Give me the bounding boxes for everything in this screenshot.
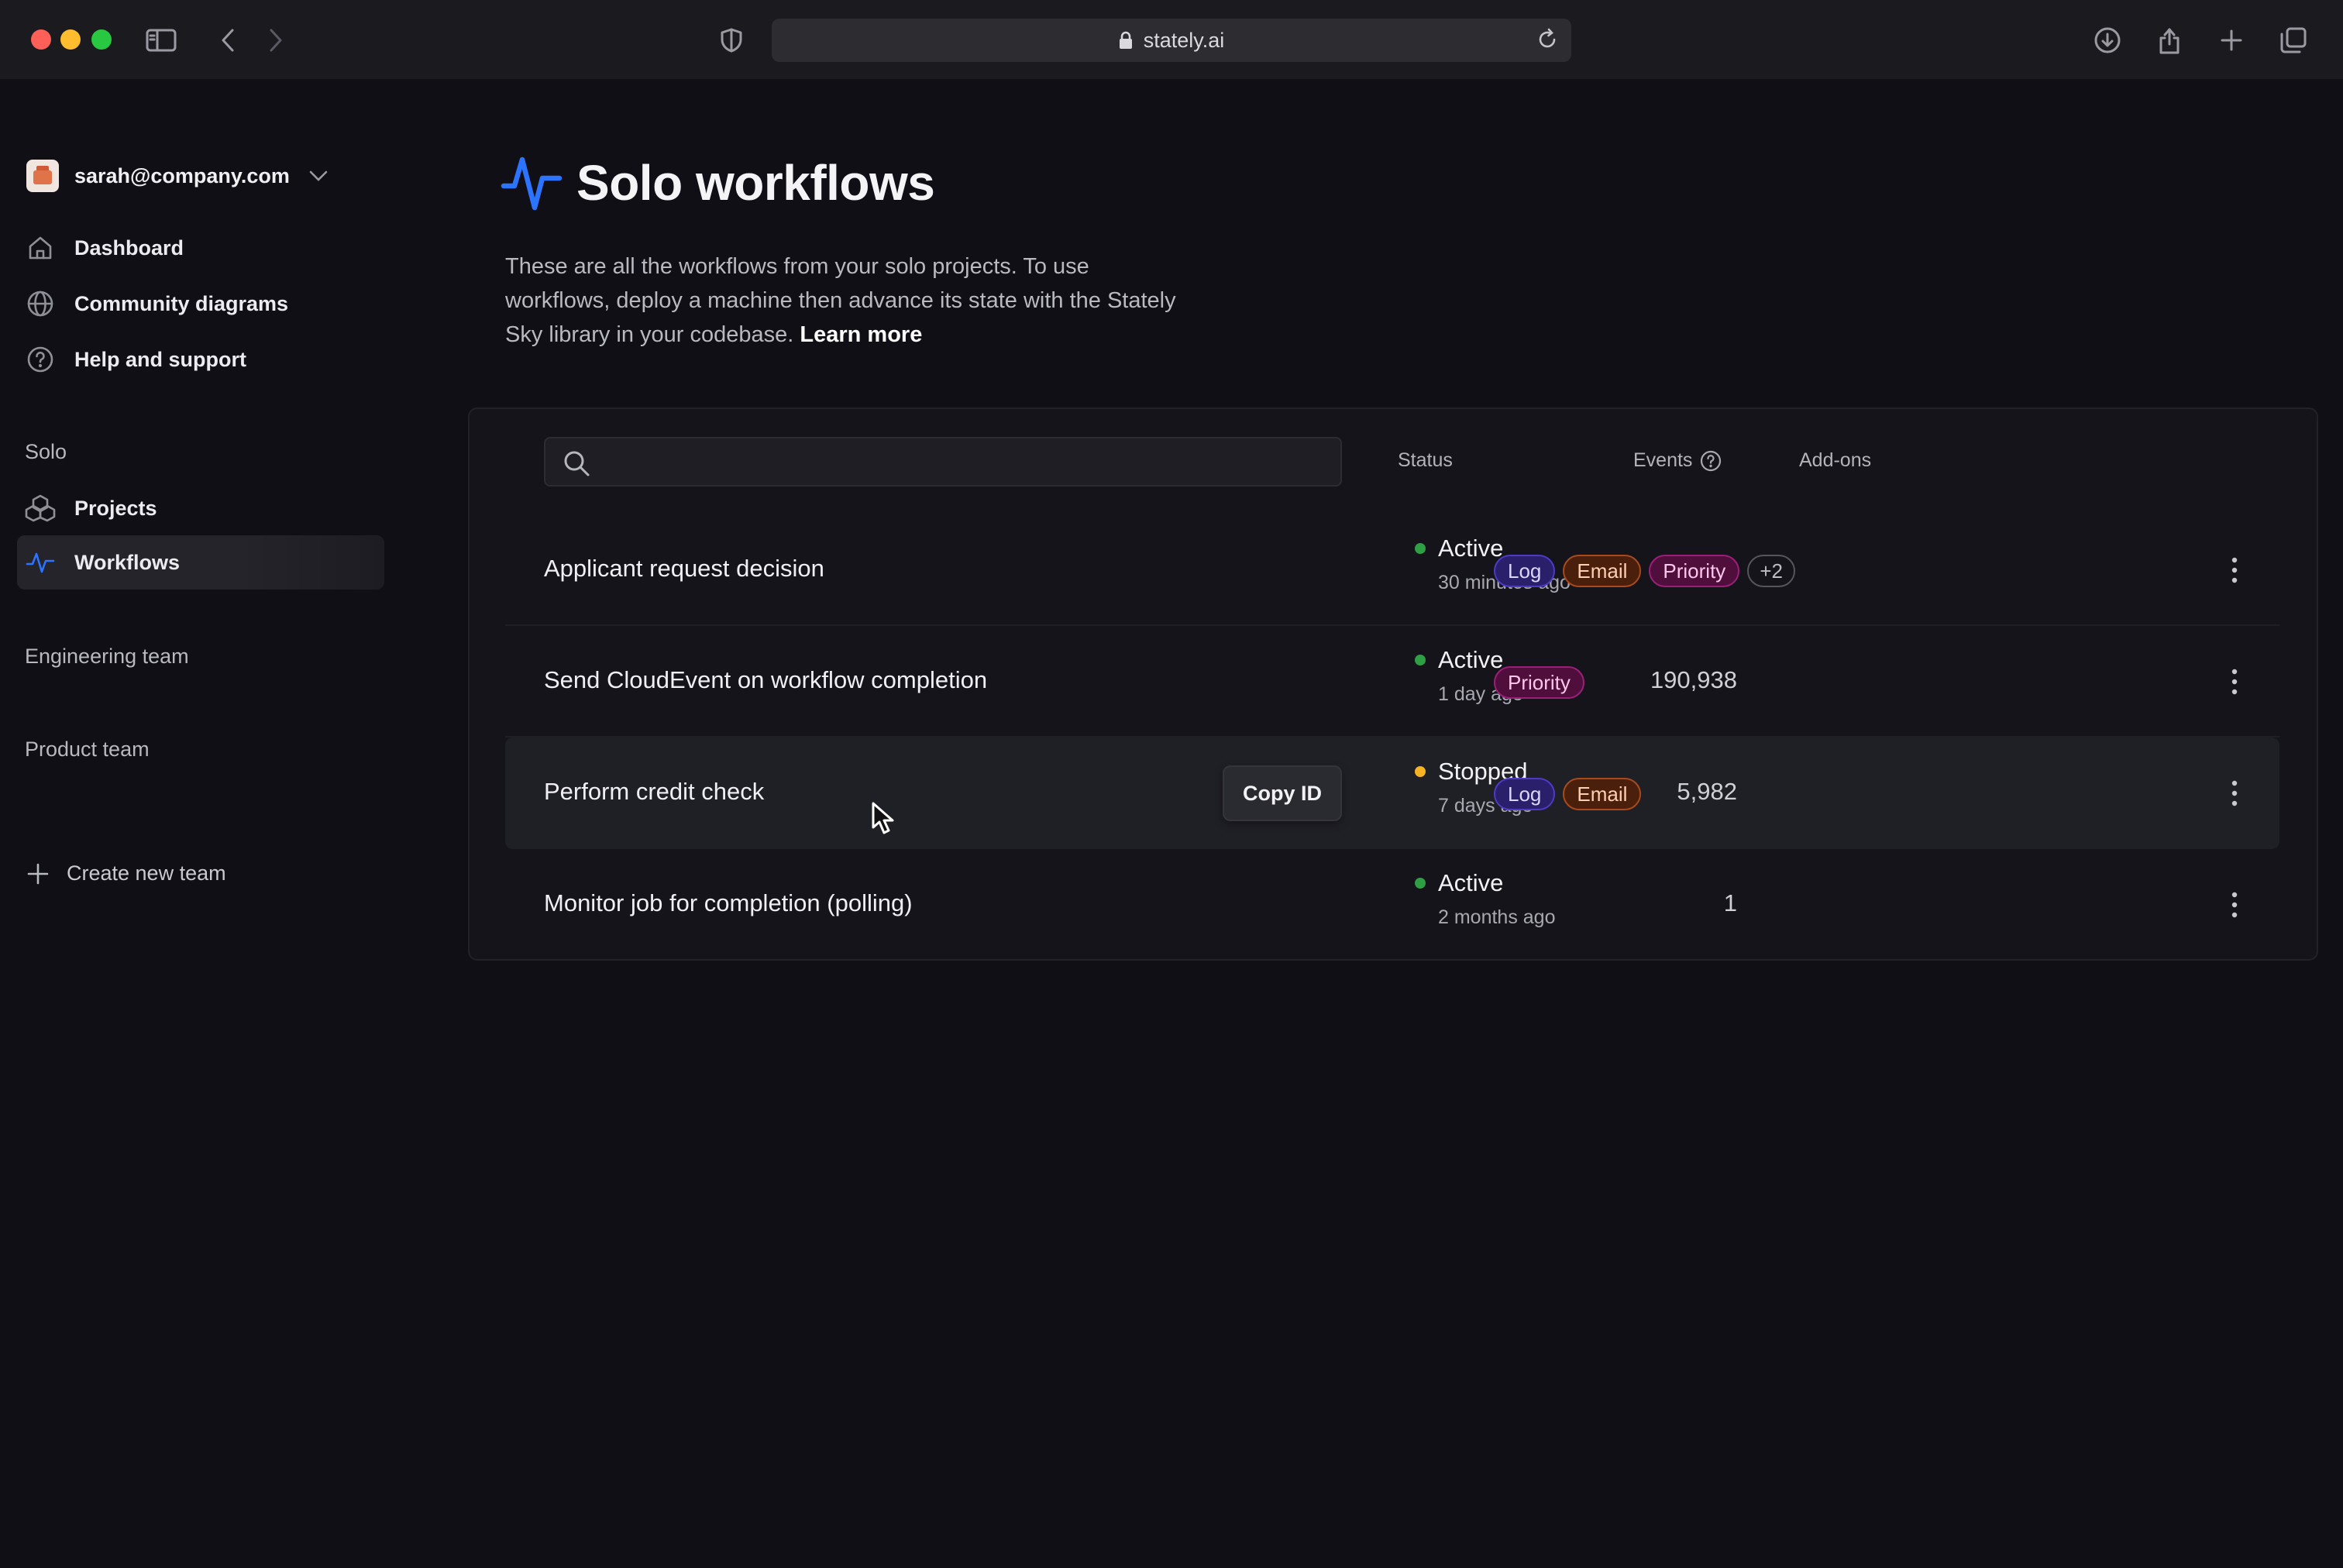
sidebar-item-dashboard[interactable]: Dashboard — [17, 221, 384, 275]
table-row[interactable]: Perform credit check Copy ID Stopped 7 d… — [505, 738, 2279, 849]
more-options-icon[interactable] — [2217, 665, 2252, 699]
column-header-status: Status — [1398, 449, 1453, 471]
status-dot-icon — [1415, 878, 1426, 889]
table-row[interactable]: Monitor job for completion (polling) Act… — [505, 849, 2279, 961]
sidebar-item-workflows[interactable]: Workflows — [17, 535, 384, 590]
sidebar-item-engineering-team[interactable]: Engineering team — [25, 645, 189, 669]
table-row[interactable]: Applicant request decision Active 30 min… — [505, 514, 2279, 626]
addon-badge-email: Email — [1563, 778, 1642, 810]
workflow-pulse-icon — [501, 152, 563, 214]
account-switcher[interactable]: sarah@company.com — [26, 160, 329, 192]
status-text: Active — [1438, 869, 1504, 896]
column-header-events-label: Events — [1633, 449, 1693, 471]
events-count: 5,982 — [1677, 778, 1737, 805]
zoom-window-button[interactable] — [91, 29, 112, 50]
sidebar-item-label: Projects — [74, 496, 157, 520]
share-icon[interactable] — [2152, 23, 2186, 57]
url-text: stately.ai — [1143, 28, 1225, 52]
addon-badge-priority: Priority — [1494, 666, 1584, 699]
forward-icon[interactable] — [259, 23, 293, 57]
events-count: 1 — [1723, 889, 1737, 916]
address-bar[interactable]: stately.ai — [772, 19, 1571, 62]
mouse-cursor-icon — [871, 801, 903, 841]
events-count: 190,938 — [1650, 666, 1737, 693]
browser-toolbar: stately.ai — [0, 0, 2343, 81]
addons-list: Priority — [1494, 666, 1584, 699]
download-icon[interactable] — [2090, 23, 2125, 57]
home-icon — [25, 232, 56, 263]
sidebar: sarah@company.com Dashboard Community di… — [0, 81, 418, 1568]
sidebar-toggle-icon[interactable] — [144, 23, 178, 57]
workflow-name[interactable]: Send CloudEvent on workflow completion — [544, 666, 987, 694]
column-header-events: Events — [1633, 449, 1722, 472]
tab-overview-icon[interactable] — [2276, 23, 2310, 57]
copy-id-button[interactable]: Copy ID — [1223, 765, 1342, 821]
plus-icon — [26, 862, 50, 885]
search-icon — [563, 449, 590, 477]
status-dot-icon — [1415, 655, 1426, 665]
more-options-icon[interactable] — [2217, 776, 2252, 810]
lock-icon — [1119, 31, 1133, 50]
workflows-table: Status Events Add-ons Applicant request … — [468, 407, 2318, 961]
sidebar-item-projects[interactable]: Projects — [17, 481, 384, 535]
addons-list: Log Email Priority +2 — [1494, 555, 1795, 587]
addon-badge-priority: Priority — [1649, 555, 1740, 587]
reload-icon[interactable] — [1534, 26, 1560, 58]
sidebar-item-help[interactable]: Help and support — [17, 332, 384, 387]
table-row[interactable]: Send CloudEvent on workflow completion A… — [505, 626, 2279, 738]
avatar — [26, 160, 59, 192]
globe-icon — [25, 288, 56, 319]
addon-badge-log: Log — [1494, 555, 1556, 587]
addon-badge-log: Log — [1494, 778, 1556, 810]
page-title: Solo workflows — [576, 155, 935, 211]
sidebar-item-label: Dashboard — [74, 236, 184, 260]
sidebar-item-label: Help and support — [74, 347, 246, 371]
create-team-button[interactable]: Create new team — [26, 861, 226, 885]
status-dot-icon — [1415, 766, 1426, 777]
page-header: Solo workflows — [501, 152, 935, 214]
status-cell: Active 2 months ago — [1412, 869, 1556, 929]
workflow-name[interactable]: Monitor job for completion (polling) — [544, 889, 913, 917]
help-circle-icon — [25, 344, 56, 375]
more-options-icon[interactable] — [2217, 888, 2252, 922]
sidebar-item-label: Community diagrams — [74, 291, 289, 315]
cubes-icon — [25, 493, 56, 524]
search-input[interactable] — [600, 446, 1320, 477]
pulse-icon — [25, 547, 56, 578]
privacy-shield-icon[interactable] — [714, 23, 748, 57]
search-box[interactable] — [544, 437, 1342, 487]
addon-badge-email: Email — [1563, 555, 1642, 587]
sidebar-item-community-diagrams[interactable]: Community diagrams — [17, 277, 384, 331]
workflow-name[interactable]: Applicant request decision — [544, 555, 824, 583]
status-time: 2 months ago — [1438, 906, 1556, 928]
learn-more-link[interactable]: Learn more — [800, 322, 922, 347]
status-dot-icon — [1415, 543, 1426, 554]
minimize-window-button[interactable] — [60, 29, 81, 50]
sidebar-item-label: Workflows — [74, 550, 181, 574]
account-email: sarah@company.com — [74, 163, 290, 187]
create-team-label: Create new team — [67, 861, 226, 885]
addons-list: Log Email — [1494, 778, 1642, 810]
column-header-addons: Add-ons — [1799, 449, 1872, 471]
help-icon[interactable] — [1700, 450, 1722, 472]
more-options-icon[interactable] — [2217, 553, 2252, 587]
addon-more-badge[interactable]: +2 — [1747, 555, 1795, 587]
back-icon[interactable] — [211, 23, 245, 57]
section-label-solo: Solo — [25, 440, 67, 463]
close-window-button[interactable] — [31, 29, 51, 50]
workflow-name[interactable]: Perform credit check — [544, 778, 764, 806]
sidebar-item-product-team[interactable]: Product team — [25, 738, 150, 762]
chevron-down-icon — [308, 170, 329, 182]
page-description: These are all the workflows from your so… — [505, 249, 1187, 352]
new-tab-icon[interactable] — [2214, 23, 2248, 57]
